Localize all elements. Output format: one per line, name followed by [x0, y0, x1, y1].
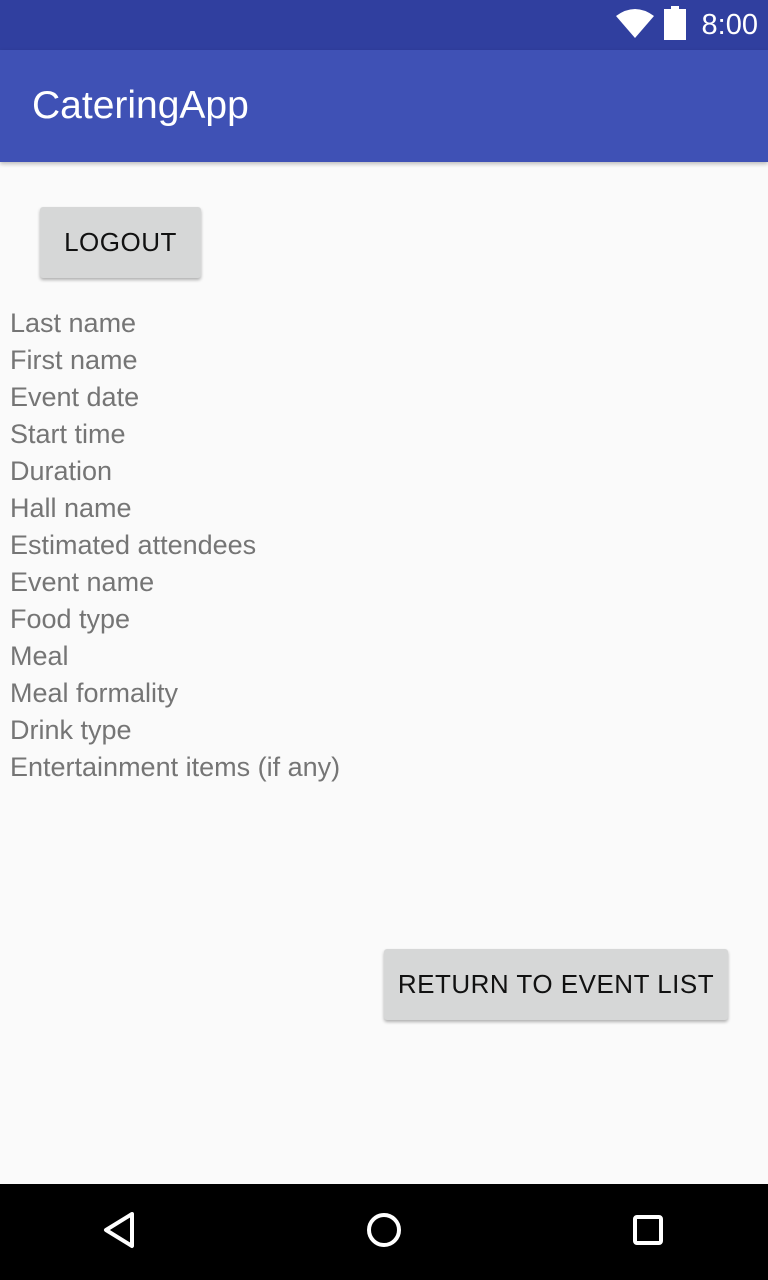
home-icon	[364, 1210, 404, 1255]
field-entertainment-items: Entertainment items (if any)	[10, 752, 341, 782]
field-hall-name: Hall name	[10, 493, 132, 523]
field-food-type: Food type	[10, 604, 131, 634]
app-title: CateringApp	[32, 84, 249, 127]
app-bar: CateringApp	[0, 50, 768, 162]
field-start-time: Start time	[10, 419, 126, 449]
recents-button[interactable]	[600, 1184, 696, 1280]
back-button[interactable]	[72, 1184, 168, 1280]
field-event-name: Event name	[10, 567, 155, 597]
field-last-name: Last name	[10, 308, 137, 338]
field-duration: Duration	[10, 456, 113, 486]
logout-button[interactable]: LOGOUT	[40, 207, 201, 278]
status-bar: 8:00	[0, 0, 768, 50]
return-to-event-list-button[interactable]: RETURN TO EVENT LIST	[384, 949, 728, 1020]
event-details-list: Last name First name Event date Start ti…	[10, 305, 340, 786]
battery-icon	[663, 5, 686, 45]
status-time: 8:00	[701, 9, 758, 41]
home-button[interactable]	[336, 1184, 432, 1280]
recents-icon	[628, 1210, 668, 1255]
wifi-icon	[615, 8, 654, 43]
field-drink-type: Drink type	[10, 715, 132, 745]
field-meal-formality: Meal formality	[10, 678, 179, 708]
navigation-bar	[0, 1184, 768, 1280]
field-estimated-attendees: Estimated attendees	[10, 530, 257, 560]
field-event-date: Event date	[10, 382, 140, 412]
field-first-name: First name	[10, 345, 138, 375]
back-icon	[100, 1210, 140, 1255]
field-meal: Meal	[10, 641, 69, 671]
status-icons: 8:00	[615, 0, 758, 50]
